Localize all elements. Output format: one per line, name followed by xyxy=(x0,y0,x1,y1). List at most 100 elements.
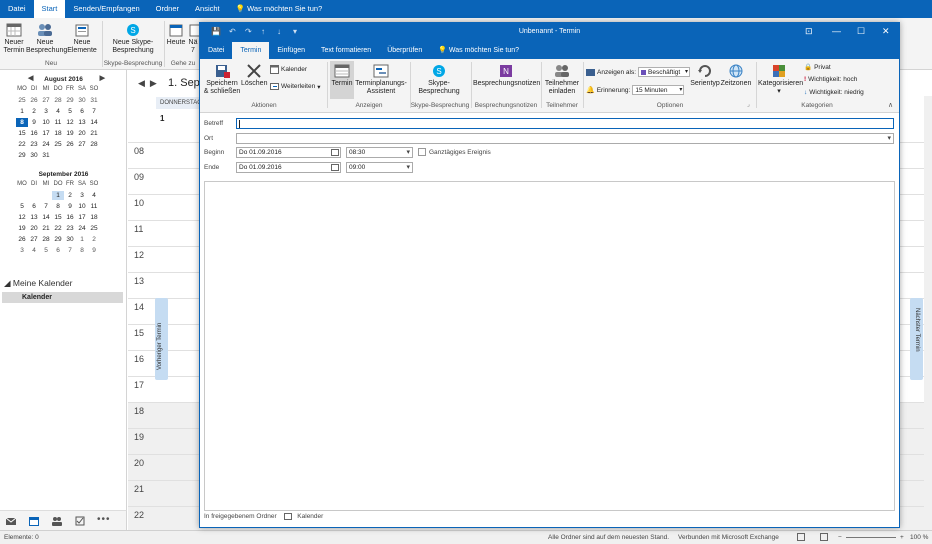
new-skype-meeting-button[interactable]: S Neue Skype- Besprechung xyxy=(104,20,162,55)
mini-calendar-day[interactable]: 25 xyxy=(52,140,64,149)
calendar-picker-icon[interactable] xyxy=(331,149,339,156)
close-icon[interactable]: ✕ xyxy=(882,26,890,37)
mini-calendar-day[interactable]: 27 xyxy=(76,140,88,149)
mini-calendar-day[interactable]: 1 xyxy=(16,107,28,116)
mini-calendar-day[interactable]: 3 xyxy=(16,246,28,255)
mini-calendar-day[interactable]: 5 xyxy=(64,107,76,116)
mini-calendar-day[interactable]: 22 xyxy=(52,224,64,233)
mini-calendar-day[interactable]: 31 xyxy=(88,96,100,105)
high-importance-button[interactable]: ! Wichtigkeit: hoch xyxy=(804,76,857,83)
maximize-icon[interactable]: ☐ xyxy=(857,26,865,37)
mini-calendar-day[interactable]: 2 xyxy=(64,191,76,200)
delete-button[interactable]: Löschen xyxy=(241,61,267,88)
mini-calendar-day[interactable]: 30 xyxy=(64,235,76,244)
calendar-picker-icon[interactable] xyxy=(331,164,339,171)
mini-calendar-day[interactable]: 18 xyxy=(88,213,100,222)
mini-calendar-day[interactable]: 31 xyxy=(40,151,52,160)
mini-calendar-day[interactable]: 16 xyxy=(28,129,40,138)
mini-calendar-day[interactable]: 11 xyxy=(88,202,100,211)
end-time-input[interactable]: 09:00 xyxy=(346,162,413,173)
calendar-button[interactable]: Kalender xyxy=(270,65,307,74)
zoom-in-icon[interactable]: + xyxy=(900,534,904,541)
mini-calendar-day[interactable]: 1 xyxy=(76,235,88,244)
mini-calendar-day[interactable]: 4 xyxy=(52,107,64,116)
invite-attendees-button[interactable]: Teilnehmer einladen xyxy=(543,61,581,96)
new-appointment-button[interactable]: Neuer Termin xyxy=(2,20,26,55)
time-zones-button[interactable]: Zeitzonen xyxy=(720,61,752,88)
mini-calendar-day[interactable]: 30 xyxy=(76,96,88,105)
today-button[interactable]: Heute xyxy=(166,20,186,47)
tab-folder[interactable]: Ordner xyxy=(148,0,187,18)
mini-calendar-day[interactable]: 9 xyxy=(88,246,100,255)
mini-calendar-day[interactable]: 14 xyxy=(40,213,52,222)
calendar-nav-icon[interactable] xyxy=(29,516,39,526)
mini-calendar-day[interactable]: 26 xyxy=(28,96,40,105)
mini-calendar-day[interactable]: 14 xyxy=(88,118,100,127)
next-appointment-tab[interactable]: Nächster Termin xyxy=(910,298,923,380)
more-icon[interactable]: ••• xyxy=(97,514,110,525)
mini-calendar-day[interactable]: 22 xyxy=(16,140,28,149)
mini-calendar-day[interactable]: 17 xyxy=(76,213,88,222)
mini-calendar-day[interactable]: 12 xyxy=(64,118,76,127)
day-nav-arrows[interactable]: ◀ ▶ xyxy=(138,78,157,89)
skype-meeting-button[interactable]: S Skype- Besprechung xyxy=(413,61,465,96)
mini-calendar-day[interactable]: 28 xyxy=(52,96,64,105)
appointment-body-editor[interactable] xyxy=(204,181,895,511)
show-as-dropdown[interactable]: Beschäftigt xyxy=(638,67,691,77)
location-input[interactable] xyxy=(236,133,894,144)
tab-appointment[interactable]: Termin xyxy=(232,42,270,59)
save-close-button[interactable]: Speichern & schließen xyxy=(203,61,241,96)
ribbon-display-icon[interactable]: ⊡ xyxy=(805,26,813,37)
categorize-button[interactable]: Kategorisieren ▾ xyxy=(758,61,803,96)
mini-calendar-day[interactable]: 29 xyxy=(16,151,28,160)
scheduling-assistant-button[interactable]: Terminplanungs- Assistent xyxy=(354,61,408,96)
mini-calendar-day[interactable]: 21 xyxy=(88,129,100,138)
mini-calendar-day[interactable]: 12 xyxy=(16,213,28,222)
mail-icon[interactable] xyxy=(6,516,16,526)
mini-calendar-day[interactable]: 23 xyxy=(64,224,76,233)
mini-calendar-day[interactable]: 19 xyxy=(16,224,28,233)
subject-input[interactable] xyxy=(236,118,894,129)
mini-calendar-day[interactable]: 8 xyxy=(16,118,28,127)
tab-file[interactable]: Datei xyxy=(0,0,34,18)
mini-calendar-day[interactable]: 10 xyxy=(76,202,88,211)
mini-calendar-day[interactable]: 8 xyxy=(76,246,88,255)
mini-calendar-day[interactable]: 23 xyxy=(28,140,40,149)
collapse-ribbon-icon[interactable]: ∧ xyxy=(888,101,893,109)
tasks-icon[interactable] xyxy=(75,516,85,526)
mini-calendar-day[interactable]: 11 xyxy=(52,118,64,127)
tab-home[interactable]: Start xyxy=(33,0,66,18)
recurrence-button[interactable]: Serientyp xyxy=(690,61,720,88)
mini-calendar-day[interactable]: 28 xyxy=(40,235,52,244)
mini-calendar-day[interactable]: 5 xyxy=(40,246,52,255)
mini-calendar-day[interactable]: 27 xyxy=(40,96,52,105)
tab-review[interactable]: Überprüfen xyxy=(379,42,430,59)
mini-calendar-day[interactable]: 20 xyxy=(28,224,40,233)
new-meeting-button[interactable]: Neue Besprechung xyxy=(26,20,67,55)
mini-calendar-day[interactable]: 13 xyxy=(76,118,88,127)
private-button[interactable]: 🔒 Privat xyxy=(804,63,831,72)
appointment-view-button[interactable]: Termin xyxy=(330,61,354,99)
end-date-input[interactable]: Do 01.09.2016 xyxy=(236,162,341,173)
mini-calendar-day[interactable]: 3 xyxy=(40,107,52,116)
vertical-scrollbar[interactable] xyxy=(924,96,932,510)
mini-calendar-day[interactable]: 26 xyxy=(16,235,28,244)
mini-calendar-day[interactable]: 15 xyxy=(52,213,64,222)
tab-insert[interactable]: Einfügen xyxy=(269,42,313,59)
mini-calendar-day[interactable]: 29 xyxy=(64,96,76,105)
mini-calendar-day[interactable]: 28 xyxy=(88,140,100,149)
mini-calendar-day[interactable]: 9 xyxy=(64,202,76,211)
meeting-notes-button[interactable]: N Besprechungsnotizen xyxy=(473,61,540,88)
mini-calendar-day[interactable]: 19 xyxy=(64,129,76,138)
all-day-checkbox[interactable] xyxy=(418,148,426,156)
people-nav-icon[interactable] xyxy=(52,516,62,526)
mini-calendar-day[interactable]: 30 xyxy=(28,151,40,160)
mini-calendar-day[interactable]: 8 xyxy=(52,202,64,211)
tell-me-box[interactable]: 💡 Was möchten Sie tun? xyxy=(228,0,331,18)
normal-view-icon[interactable] xyxy=(797,533,805,541)
mini-calendar-day[interactable]: 7 xyxy=(40,202,52,211)
mini-calendar-day[interactable]: 21 xyxy=(40,224,52,233)
zoom-out-icon[interactable]: − xyxy=(838,534,842,541)
mini-calendar-day[interactable]: 3 xyxy=(76,191,88,200)
calendar-list-item[interactable]: Kalender xyxy=(2,292,123,303)
